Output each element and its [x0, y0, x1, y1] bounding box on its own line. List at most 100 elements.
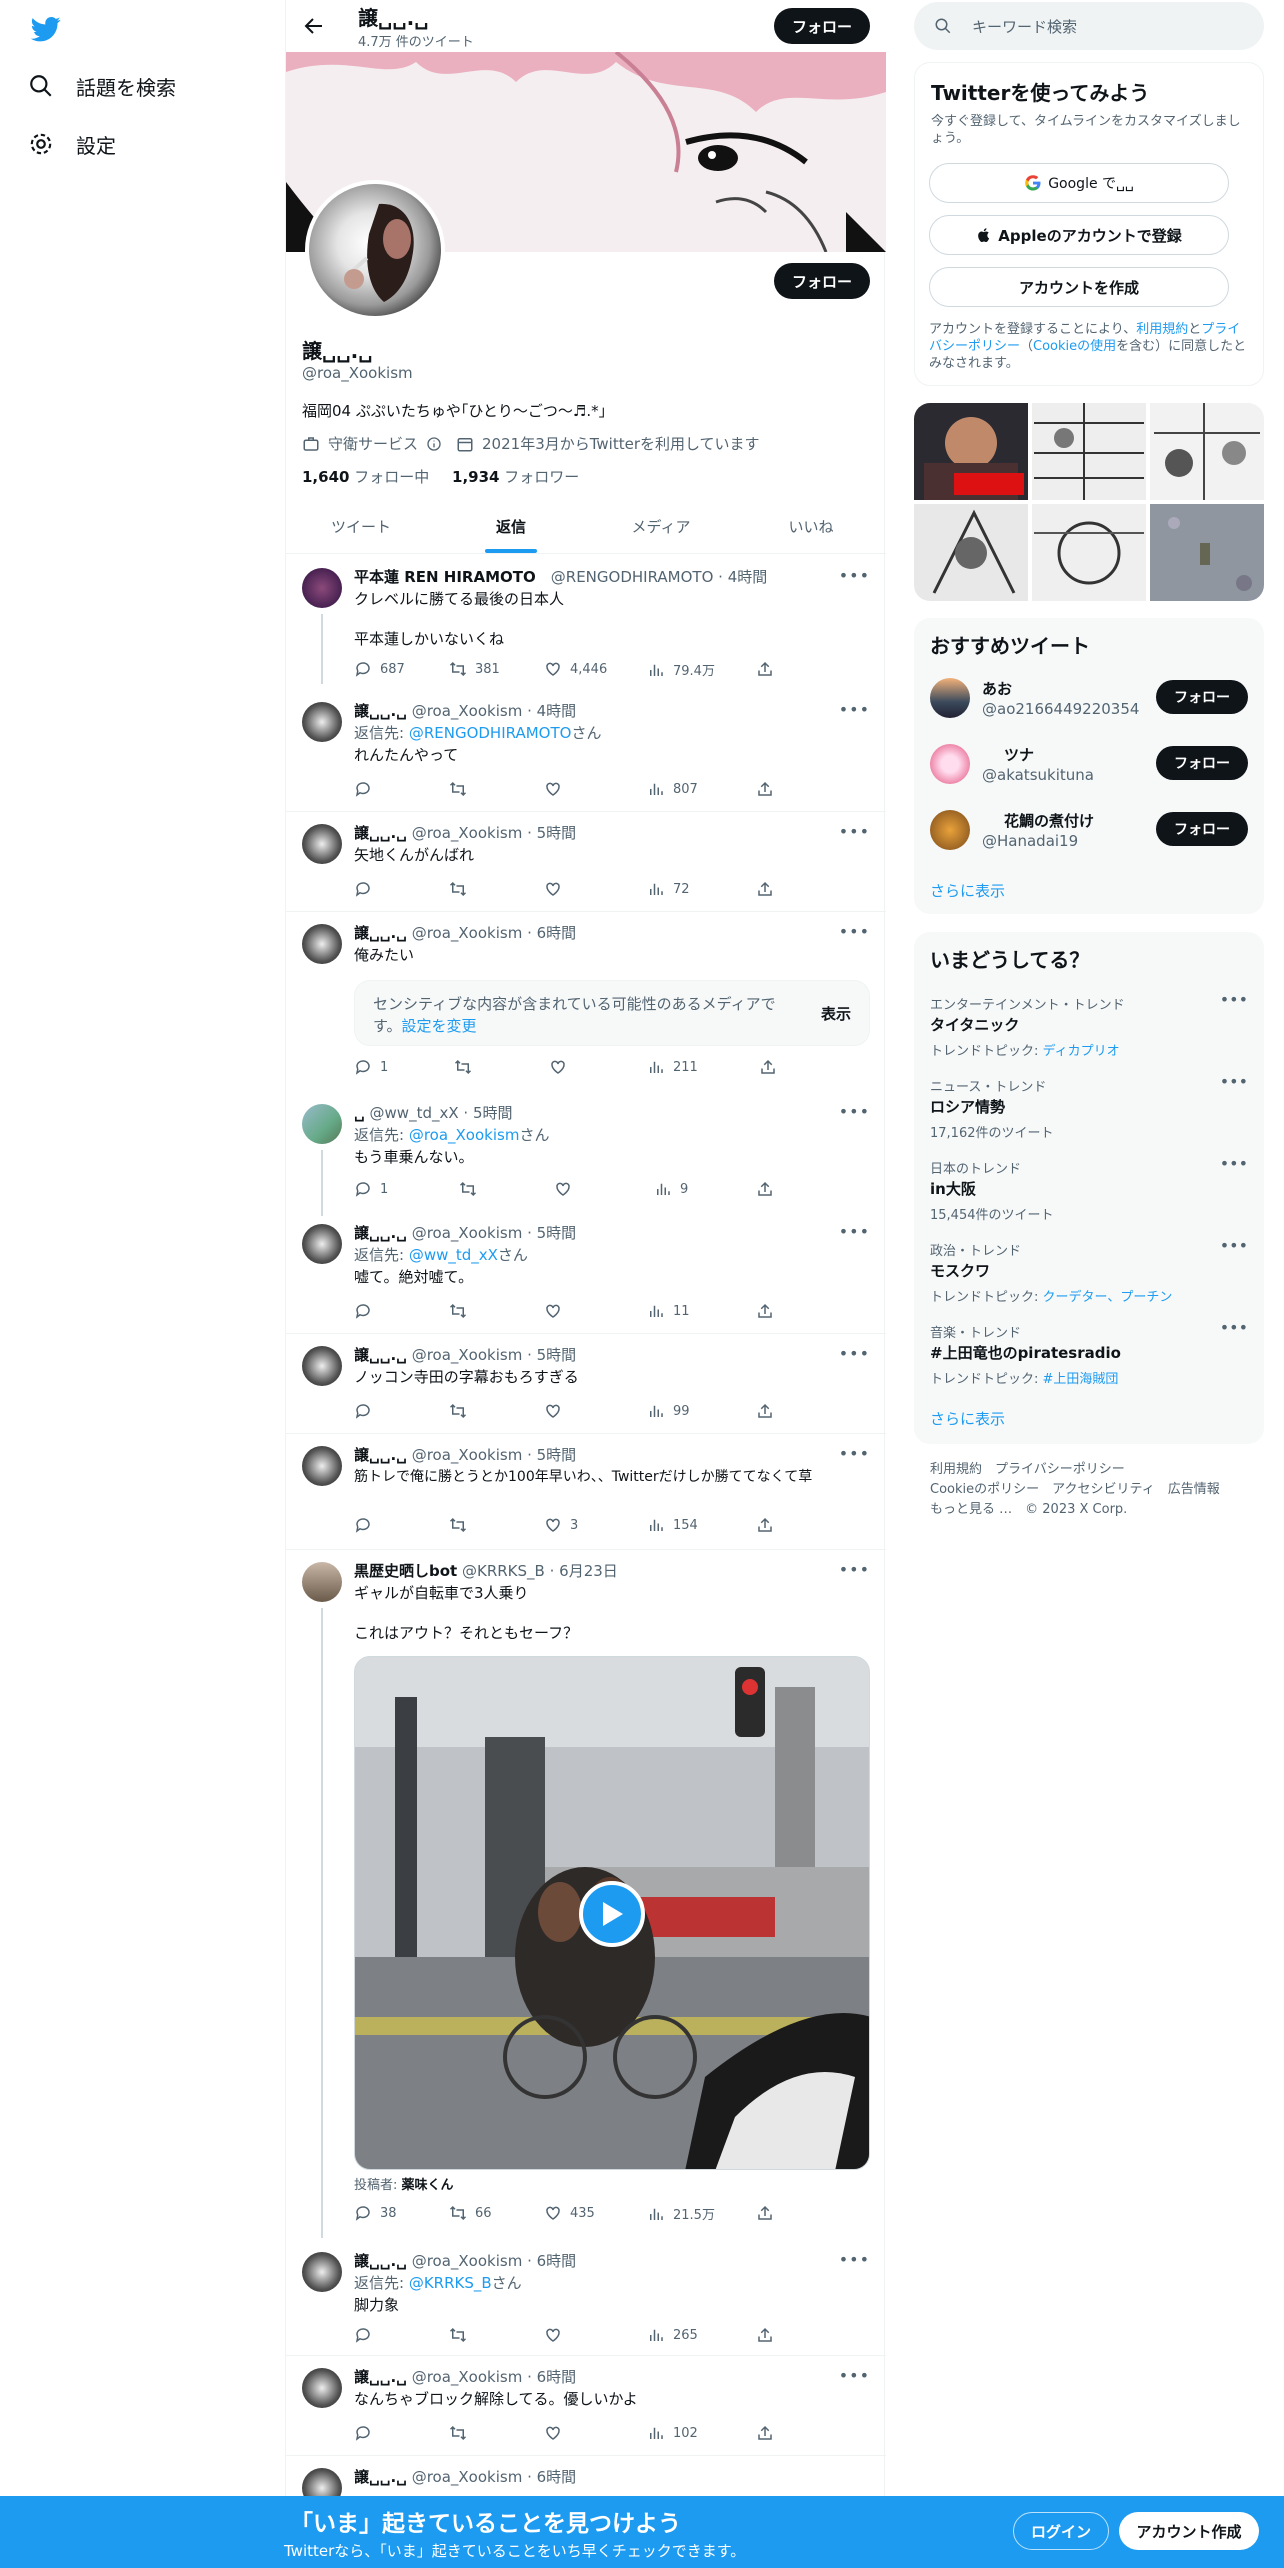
more-icon[interactable]: ••• [839, 2366, 870, 2385]
reply-button[interactable] [354, 2424, 372, 2442]
avatar[interactable] [302, 824, 342, 864]
like-button[interactable]: 4,446 [544, 660, 607, 678]
retweet-button[interactable]: 66 [449, 2204, 492, 2222]
tweet[interactable]: 譲␣␣.␣ @roa_Xookism · 5時間 ••• 返信先: @ww_td… [286, 1212, 886, 1334]
nav-settings[interactable]: 設定 [28, 124, 116, 164]
like-button[interactable] [554, 1180, 572, 1198]
tweet[interactable]: 黒歴史晒しbot @KRRKS_B · 6月23日 ••• ギャルが自転車で3人… [286, 1550, 886, 2238]
tab-tweets[interactable]: ツイート [286, 500, 436, 553]
views-button[interactable]: 72 [647, 880, 690, 898]
media-thumbnail[interactable] [1150, 504, 1264, 601]
retweet-button[interactable] [449, 2326, 467, 2344]
timestamp[interactable]: 6時間 [537, 924, 577, 942]
share-button[interactable] [756, 1180, 774, 1198]
apple-signup-button[interactable]: Appleのアカウントで登録 [929, 215, 1229, 255]
change-settings-link[interactable]: 設定を変更 [402, 1017, 477, 1035]
tweet[interactable]: 譲␣␣.␣ @roa_Xookism · 5時間 ••• 筋トレで俺に勝とうとか… [286, 1434, 886, 1550]
author-name[interactable]: 譲␣␣.␣ [354, 2252, 407, 2270]
author-name[interactable]: 譲␣␣.␣ [354, 824, 407, 842]
more-icon[interactable]: ••• [839, 822, 870, 841]
timestamp[interactable]: 6月23日 [559, 1562, 618, 1580]
share-button[interactable] [756, 1516, 774, 1534]
tweet[interactable]: 譲␣␣.␣ @roa_Xookism · 6時間 ••• 返信先: @KRRKS… [286, 2240, 886, 2356]
author-handle[interactable]: @ww_td_xX [370, 1104, 459, 1122]
like-button[interactable]: 435 [544, 2204, 595, 2222]
author-name[interactable]: 譲␣␣.␣ [354, 1446, 407, 1464]
create-account-button[interactable]: アカウントを作成 [929, 267, 1229, 307]
author-handle[interactable]: @roa_Xookism [412, 702, 523, 720]
share-button[interactable] [756, 660, 774, 678]
tweet[interactable]: 譲␣␣.␣ @roa_Xookism · 6時間 [286, 2456, 886, 2508]
cookie-link[interactable]: Cookieの使用 [1033, 339, 1116, 354]
media-thumbnail[interactable] [1150, 403, 1264, 500]
trend-item[interactable]: 日本のトレンド ••• in大阪 15,454件のツイート [914, 1154, 1264, 1232]
tweet[interactable]: 譲␣␣.␣ @roa_Xookism · 4時間 ••• 返信先: @RENGO… [286, 690, 886, 812]
retweet-button[interactable] [449, 880, 467, 898]
footer-terms[interactable]: 利用規約 [930, 1462, 982, 1477]
timestamp[interactable]: 4時間 [728, 568, 768, 586]
timestamp[interactable]: 6時間 [537, 2252, 577, 2270]
more-icon[interactable]: ••• [839, 1444, 870, 1463]
retweet-button[interactable] [449, 2424, 467, 2442]
more-icon[interactable]: ••• [839, 1222, 870, 1241]
rec-follow-button[interactable]: フォロー [1156, 812, 1248, 846]
follow-button[interactable]: フォロー [774, 263, 870, 299]
author-name[interactable]: 平本蓮 REN HIRAMOTO [354, 568, 536, 586]
avatar[interactable] [930, 744, 970, 784]
rec-follow-button[interactable]: フォロー [1156, 680, 1248, 714]
reply-to-link[interactable]: @ww_td_xX [409, 1246, 498, 1264]
avatar[interactable] [302, 1562, 342, 1602]
footer-more[interactable]: もっと見る … [930, 1502, 1012, 1517]
like-button[interactable] [544, 1302, 562, 1320]
views-button[interactable]: 79.4万 [647, 660, 715, 679]
rec-user[interactable]: 花鯛の煮付け @Hanadai19 フォロー [930, 810, 1250, 870]
twitter-logo-icon[interactable] [28, 14, 64, 44]
timestamp[interactable]: 5時間 [537, 1346, 577, 1364]
rec-name[interactable]: ツナ [1004, 744, 1034, 765]
retweet-button[interactable] [454, 1058, 472, 1076]
views-button[interactable]: 99 [647, 1402, 690, 1420]
media-thumbnail[interactable] [914, 504, 1028, 601]
footer-cookie[interactable]: Cookieのポリシー [930, 1482, 1039, 1497]
retweet-button[interactable] [449, 1402, 467, 1420]
retweet-button[interactable] [449, 1302, 467, 1320]
avatar[interactable] [302, 924, 342, 964]
tab-media[interactable]: メディア [586, 500, 736, 553]
header-follow-button[interactable]: フォロー [774, 8, 870, 44]
more-icon[interactable]: ••• [839, 1560, 870, 1579]
author-name[interactable]: 譲␣␣.␣ [354, 2468, 407, 2486]
author-name[interactable]: ␣ [354, 1104, 365, 1122]
share-button[interactable] [756, 1402, 774, 1420]
author-handle[interactable]: @roa_Xookism [412, 2368, 523, 2386]
author-handle[interactable]: @roa_Xookism [412, 1224, 523, 1242]
reply-to-link[interactable]: @KRRKS_B [409, 2274, 492, 2292]
more-icon[interactable]: ••• [839, 2250, 870, 2269]
retweet-button[interactable]: 381 [449, 660, 500, 678]
views-button[interactable]: 11 [647, 1302, 690, 1320]
profile-avatar[interactable] [305, 180, 445, 320]
reply-button[interactable]: 38 [354, 2204, 397, 2222]
author-handle[interactable]: @roa_Xookism [412, 1346, 523, 1364]
reply-button[interactable]: 1 [354, 1180, 388, 1198]
like-button[interactable] [544, 2326, 562, 2344]
footer-ads[interactable]: 広告情報 [1168, 1482, 1220, 1497]
author-name[interactable]: 譲␣␣.␣ [354, 2368, 407, 2386]
share-button[interactable] [756, 2204, 774, 2222]
google-signup-button[interactable]: Google で␣␣ [929, 163, 1229, 203]
share-button[interactable] [756, 880, 774, 898]
share-button[interactable] [756, 1302, 774, 1320]
signup-button[interactable]: アカウント作成 [1119, 2512, 1259, 2550]
share-button[interactable] [756, 2326, 774, 2344]
views-button[interactable]: 9 [654, 1180, 688, 1198]
avatar[interactable] [930, 678, 970, 718]
tab-replies[interactable]: 返信 [436, 500, 586, 553]
author-name[interactable]: 譲␣␣.␣ [354, 924, 407, 942]
more-icon[interactable]: ••• [839, 1102, 870, 1121]
author-name[interactable]: 譲␣␣.␣ [354, 1346, 407, 1364]
tweet[interactable]: 譲␣␣.␣ @roa_Xookism · 6時間 ••• 俺みたい センシティブ… [286, 912, 886, 1092]
login-button[interactable]: ログイン [1013, 2512, 1109, 2550]
like-button[interactable] [549, 1058, 567, 1076]
views-button[interactable]: 211 [647, 1058, 698, 1076]
reply-button[interactable] [354, 1302, 372, 1320]
avatar[interactable] [302, 1224, 342, 1264]
